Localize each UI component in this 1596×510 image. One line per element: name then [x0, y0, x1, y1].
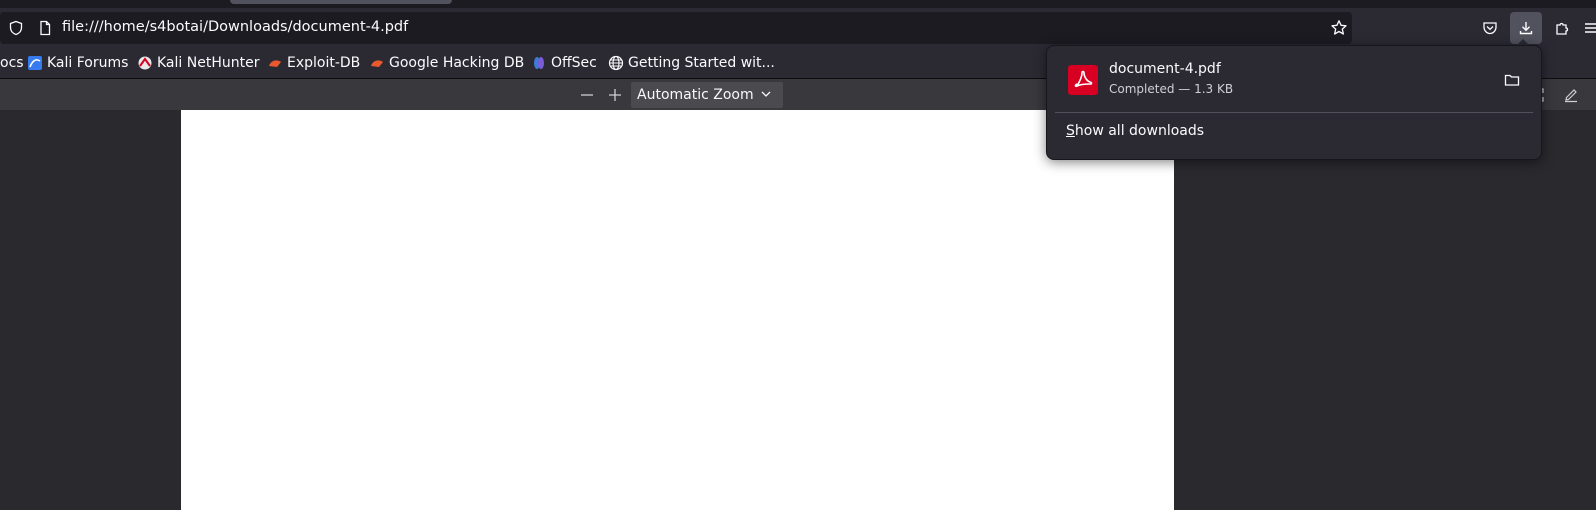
shield-icon[interactable] [8, 20, 24, 36]
bookmark-offsec[interactable]: OffSec [531, 54, 597, 72]
minus-icon [581, 94, 593, 96]
globe-icon [608, 55, 624, 71]
bookmark-google-hacking-db[interactable]: Google Hacking DB [369, 54, 524, 72]
zoom-out-button[interactable] [575, 83, 599, 107]
hamburger-icon [1585, 23, 1596, 33]
navigation-bar: file:///home/s4botai/Downloads/document-… [0, 8, 1596, 48]
bookmark-docs[interactable]: ocs [0, 54, 24, 72]
panel-divider [1055, 112, 1533, 113]
nethunter-icon [137, 55, 153, 71]
kali-forums-icon [27, 55, 43, 71]
folder-icon [1504, 74, 1520, 86]
pdf-page[interactable] [181, 110, 1174, 510]
pdf-file-icon [1068, 65, 1098, 95]
tab-remnant[interactable] [230, 0, 452, 4]
bookmark-kali-forums[interactable]: Kali Forums [27, 54, 128, 72]
url-bar[interactable]: file:///home/s4botai/Downloads/document-… [0, 12, 1352, 44]
zoom-in-button[interactable] [603, 83, 627, 107]
zoom-value: Automatic Zoom [637, 87, 754, 103]
bookmark-label: OffSec [551, 55, 597, 71]
url-text[interactable]: file:///home/s4botai/Downloads/document-… [62, 19, 408, 35]
tab-strip [0, 0, 1596, 8]
extensions-button[interactable] [1546, 12, 1578, 44]
offsec-icon [531, 55, 547, 71]
bookmark-label: Google Hacking DB [389, 55, 525, 71]
chevron-down-icon [759, 87, 773, 105]
show-in-folder-button[interactable] [1500, 68, 1524, 92]
page-icon[interactable] [37, 20, 53, 36]
bookmark-exploit-db[interactable]: Exploit-DB [267, 54, 360, 72]
download-status: Completed — 1.3 KB [1109, 82, 1234, 96]
download-item[interactable]: document-4.pdf Completed — 1.3 KB [1055, 54, 1533, 104]
download-filename: document-4.pdf [1109, 61, 1221, 77]
puzzle-icon [1556, 22, 1569, 35]
pocket-button[interactable] [1474, 12, 1506, 44]
pdf-viewer[interactable] [0, 110, 1596, 510]
bookmark-star-icon[interactable] [1330, 19, 1348, 37]
zoom-select[interactable]: Automatic Zoom [631, 82, 783, 108]
bookmark-label: Kali Forums [47, 55, 129, 71]
draw-button[interactable] [1559, 83, 1583, 107]
bookmark-label: Kali NetHunter [157, 55, 260, 71]
bookmark-label: Exploit-DB [287, 55, 361, 71]
bookmark-kali-nethunter[interactable]: Kali NetHunter [137, 54, 259, 72]
download-icon [1519, 22, 1533, 35]
ghdb-icon [369, 55, 385, 71]
pencil-icon [1565, 89, 1577, 103]
bookmark-label: ocs [0, 55, 24, 71]
plus-icon [609, 89, 621, 101]
show-all-downloads-button[interactable]: Show all downloads [1066, 123, 1204, 139]
downloads-panel: document-4.pdf Completed — 1.3 KB Show a… [1046, 45, 1542, 160]
bookmark-label: Getting Started wit... [628, 55, 775, 71]
pocket-icon [1483, 22, 1497, 35]
exploit-db-icon [267, 55, 283, 71]
menu-button[interactable] [1582, 12, 1596, 44]
bookmark-getting-started[interactable]: Getting Started wit... [608, 54, 775, 72]
